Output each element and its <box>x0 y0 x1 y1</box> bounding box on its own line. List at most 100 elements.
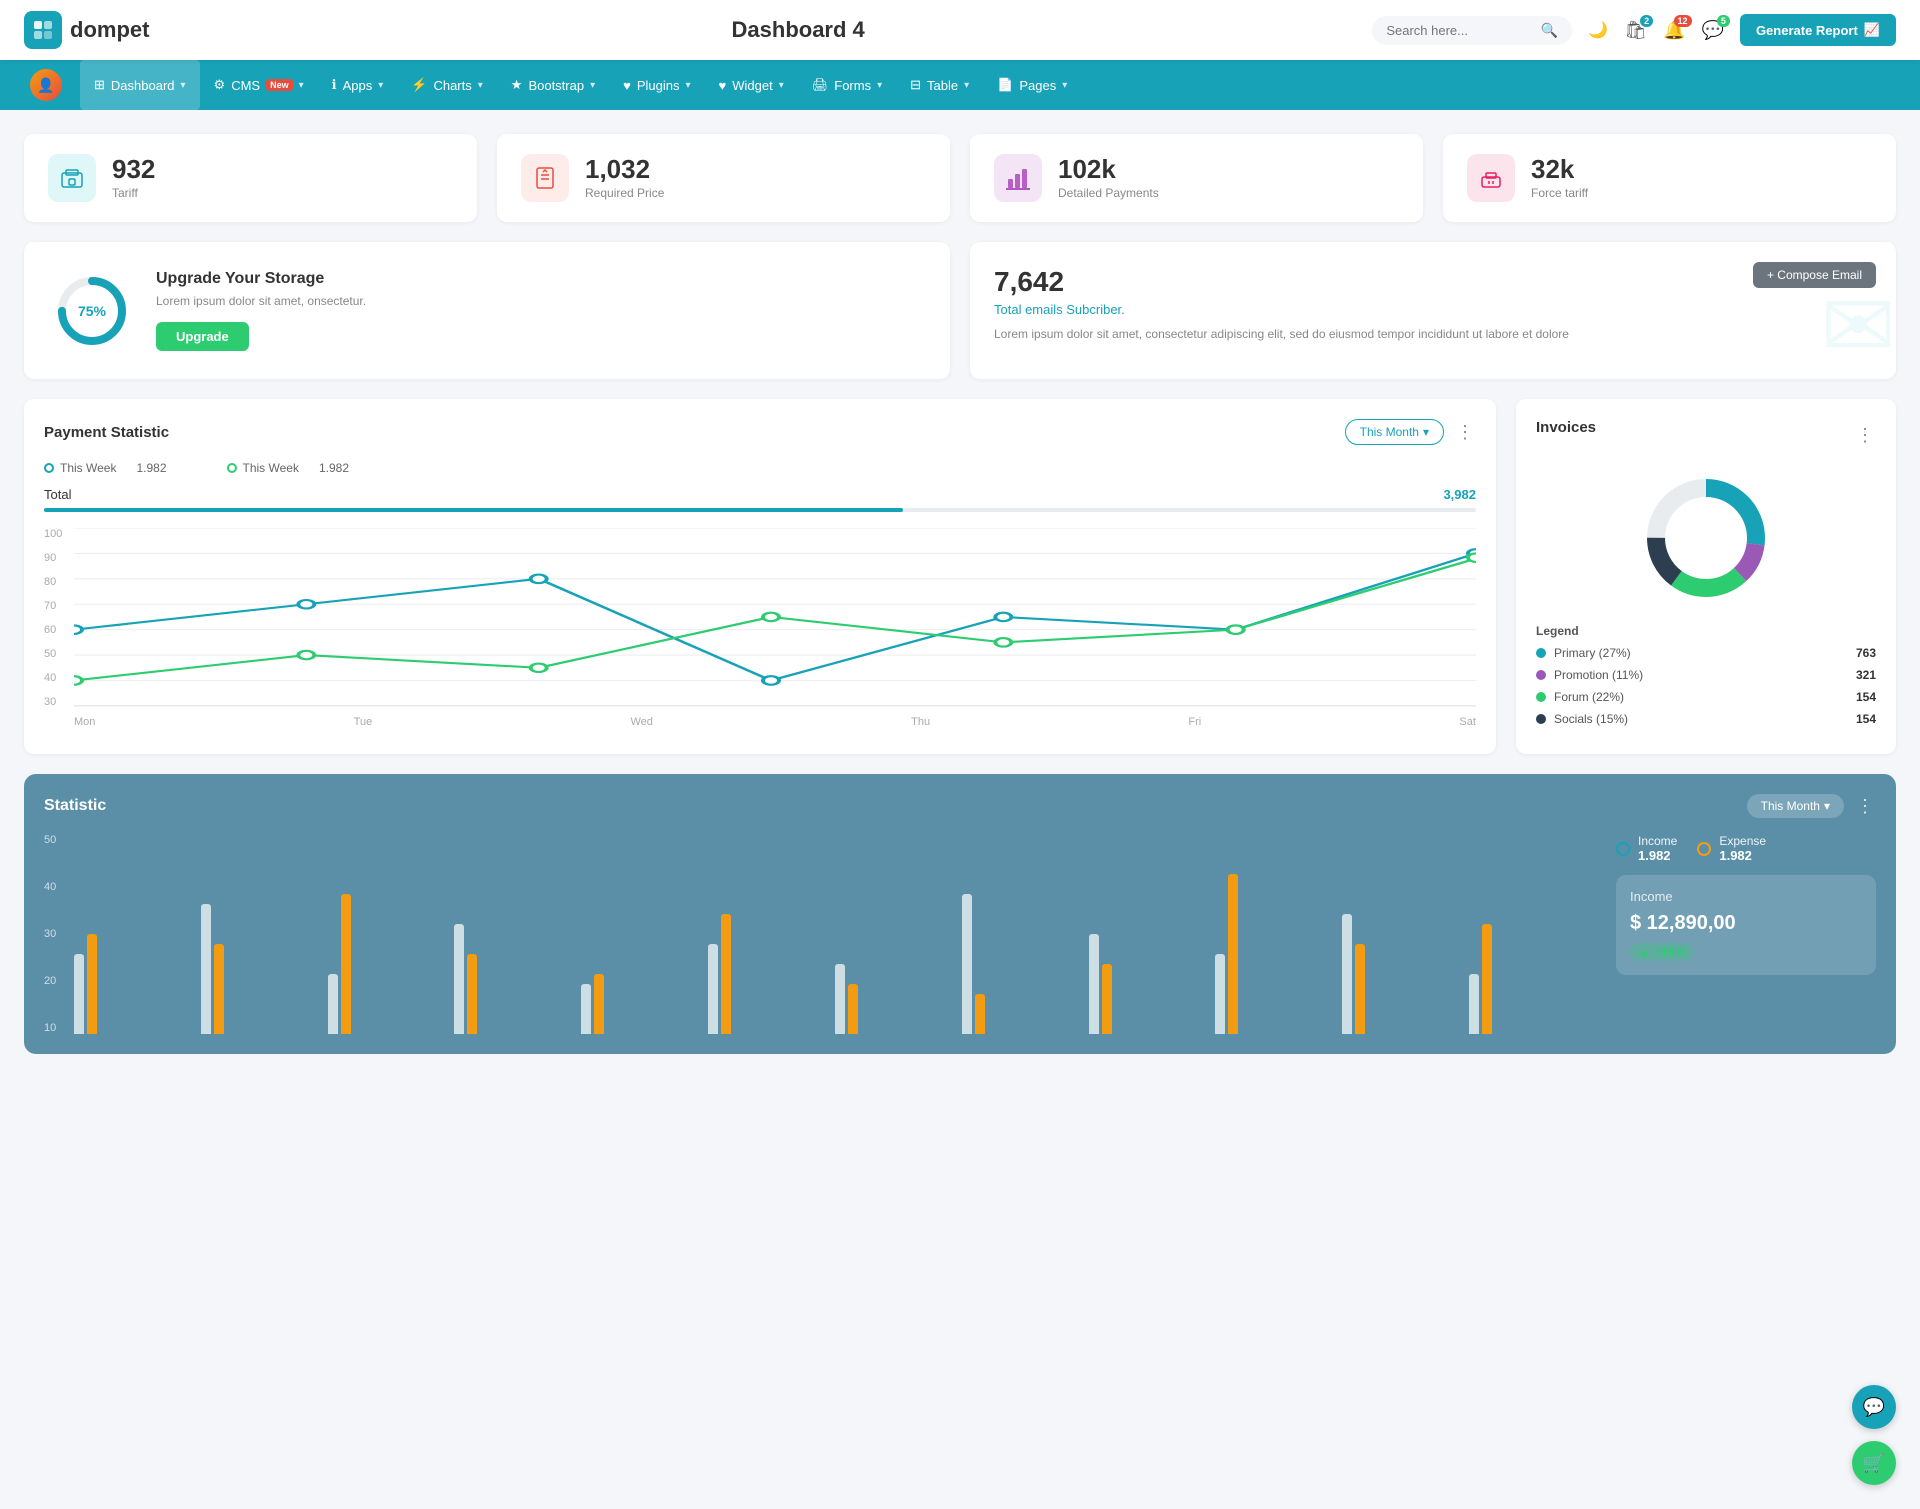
statistic-month-button[interactable]: This Month ▾ <box>1747 794 1844 818</box>
apps-arrow-icon: ▾ <box>378 80 383 91</box>
nav-bootstrap-label: Bootstrap <box>528 78 584 93</box>
statistic-header: Statistic This Month ▾ ⋮ <box>44 794 1876 818</box>
legend-primary-left: Primary (27%) <box>1536 646 1631 660</box>
sidebar-item-charts[interactable]: ⚡ Charts ▾ <box>397 60 497 110</box>
income-box-value: $ 12,890,00 <box>1630 912 1862 935</box>
sidebar-item-dashboard[interactable]: ⊞ Dashboard ▾ <box>80 60 200 110</box>
sidebar-item-pages[interactable]: 📄 Pages ▾ <box>983 60 1081 110</box>
promotion-label: Promotion (11%) <box>1554 668 1643 682</box>
forms-arrow-icon: ▾ <box>877 80 882 91</box>
legend-value-1: 1.982 <box>136 461 166 475</box>
bell-icon[interactable]: 🔔 12 <box>1663 20 1685 41</box>
detailed-payments-value: 102k <box>1058 156 1159 182</box>
detailed-payments-icon <box>994 154 1042 202</box>
income-box: Income $ 12,890,00 ▲ +15% <box>1616 875 1876 975</box>
statistic-section: Statistic This Month ▾ ⋮ 50 40 30 <box>24 774 1896 1054</box>
bar-group-7 <box>835 964 962 1034</box>
detailed-payments-label: Detailed Payments <box>1058 186 1159 200</box>
cms-icon: ⚙ <box>214 77 226 93</box>
income-item: Income 1.982 <box>1616 834 1677 863</box>
sidebar-item-table[interactable]: ⊟ Table ▾ <box>896 60 983 110</box>
bar-group-5 <box>581 974 708 1034</box>
sidebar-item-plugins[interactable]: ♥ Plugins ▾ <box>609 60 704 110</box>
bootstrap-arrow-icon: ▾ <box>590 80 595 91</box>
bar-white-11 <box>1342 914 1352 1034</box>
nav-forms-label: Forms <box>834 78 871 93</box>
dark-mode-icon[interactable]: 🌙 <box>1588 20 1608 40</box>
fab-cart-button[interactable]: 🛒 <box>1852 1441 1896 1485</box>
legend-item-1: This Week <box>44 461 116 475</box>
bell-badge: 12 <box>1674 15 1692 27</box>
statistic-more-icon[interactable]: ⋮ <box>1856 796 1876 817</box>
logo-icon <box>24 11 62 49</box>
force-tariff-value: 32k <box>1531 156 1588 182</box>
sidebar-item-widget[interactable]: ♥ Widget ▾ <box>705 60 798 110</box>
legend-dot-1 <box>44 463 54 473</box>
storage-title: Upgrade Your Storage <box>156 270 366 288</box>
shopping-icon[interactable]: 🛍 2 <box>1624 20 1647 41</box>
sidebar-item-forms[interactable]: 🖨 Forms ▾ <box>798 60 896 110</box>
chat-badge: 5 <box>1717 15 1730 27</box>
socials-dot <box>1536 714 1546 724</box>
sidebar-item-bootstrap[interactable]: ★ Bootstrap ▾ <box>497 60 609 110</box>
stat-detailed-payments-info: 102k Detailed Payments <box>1058 156 1159 200</box>
stat-card-force-tariff: 32k Force tariff <box>1443 134 1896 222</box>
statistic-title: Statistic <box>44 797 106 815</box>
legend-forum: Forum (22%) 154 <box>1536 690 1876 704</box>
table-icon: ⊟ <box>910 77 921 93</box>
x-axis-labels: Mon Tue Wed Thu Fri Sat <box>74 716 1476 728</box>
bar-group-2 <box>201 904 328 1034</box>
primary-value: 763 <box>1856 646 1876 660</box>
income-change-badge: ▲ +15% <box>1630 943 1693 961</box>
more-options-icon[interactable]: ⋮ <box>1456 422 1476 443</box>
fab-chat-button[interactable]: 💬 <box>1852 1385 1896 1429</box>
bar-white-4 <box>454 924 464 1034</box>
bar-yellow-10 <box>1228 874 1238 1034</box>
legend-header: Legend <box>1536 624 1876 638</box>
bar-group-12 <box>1469 924 1596 1034</box>
stat-tariff-info: 932 Tariff <box>112 156 155 200</box>
line-chart-svg-wrapper <box>74 528 1476 708</box>
chat-icon[interactable]: 💬 5 <box>1702 20 1724 41</box>
stat-card-detailed-payments: 102k Detailed Payments <box>970 134 1423 222</box>
logo-area: dompet <box>24 11 224 49</box>
storage-percent-text: 75% <box>78 303 106 319</box>
stat-card-required-price: 1,032 Required Price <box>497 134 950 222</box>
search-box[interactable]: 🔍 <box>1372 16 1572 45</box>
bar-yellow-1 <box>87 934 97 1034</box>
invoice-legend: Primary (27%) 763 Promotion (11%) 321 Fo… <box>1536 646 1876 726</box>
nav-cms-label: CMS <box>231 78 260 93</box>
tariff-label: Tariff <box>112 186 155 200</box>
legend-primary: Primary (27%) 763 <box>1536 646 1876 660</box>
legend-socials-left: Socials (15%) <box>1536 712 1628 726</box>
storage-donut: 75% <box>52 271 132 351</box>
nav-avatar-area: 👤 <box>16 60 80 110</box>
plugins-icon: ♥ <box>623 78 631 93</box>
payment-chart-title: Payment Statistic <box>44 424 169 441</box>
stat-required-price-info: 1,032 Required Price <box>585 156 664 200</box>
bar-group-11 <box>1342 914 1469 1034</box>
invoices-more-icon[interactable]: ⋮ <box>1856 425 1876 446</box>
upgrade-button[interactable]: Upgrade <box>156 322 249 351</box>
search-input[interactable] <box>1386 23 1533 38</box>
statistic-right-panel: Income 1.982 Expense 1.982 Income $ <box>1616 834 1876 975</box>
charts-icon: ⚡ <box>411 77 427 93</box>
expense-dot <box>1697 842 1711 856</box>
nav-table-label: Table <box>927 78 958 93</box>
generate-report-button[interactable]: Generate Report 📈 <box>1740 14 1896 46</box>
bar-yellow-9 <box>1102 964 1112 1034</box>
sidebar-item-apps[interactable]: ℹ Apps ▾ <box>318 60 398 110</box>
bar-yellow-7 <box>848 984 858 1034</box>
search-icon: 🔍 <box>1541 22 1558 39</box>
email-subtitle: Total emails Subcriber. <box>994 302 1872 317</box>
forum-label: Forum (22%) <box>1554 690 1624 704</box>
expense-small-value: 1.982 <box>1719 848 1766 863</box>
total-value: 3,982 <box>1443 487 1476 502</box>
nav-charts-label: Charts <box>433 78 471 93</box>
chart-total-row: Total 3,982 <box>44 487 1476 502</box>
bar-y-axis: 50 40 30 20 10 <box>44 834 56 1034</box>
this-month-button[interactable]: This Month ▾ <box>1345 419 1444 445</box>
bar-group-4 <box>454 924 581 1034</box>
bar-group-3 <box>328 894 455 1034</box>
sidebar-item-cms[interactable]: ⚙ CMS New ▾ <box>200 60 318 110</box>
